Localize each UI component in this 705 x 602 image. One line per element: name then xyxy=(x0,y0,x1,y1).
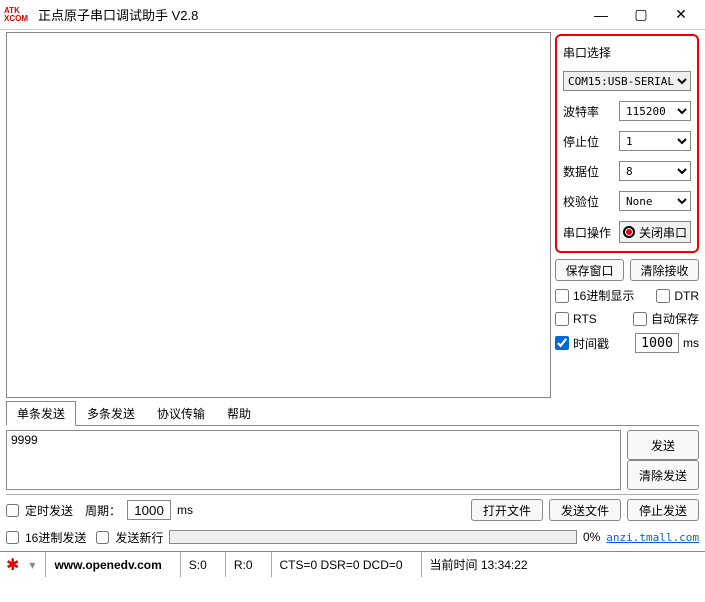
save-window-button[interactable]: 保存窗口 xyxy=(555,259,624,281)
status-sent: S:0 xyxy=(180,552,215,577)
status-recv: R:0 xyxy=(225,552,261,577)
period-input[interactable] xyxy=(127,500,171,520)
stop-select[interactable]: 1 xyxy=(619,131,691,151)
tab-protocol[interactable]: 协议传输 xyxy=(146,401,216,426)
maximize-button[interactable]: ▢ xyxy=(621,1,661,29)
timestamp-input[interactable] xyxy=(635,333,679,353)
send-newline-checkbox[interactable] xyxy=(96,531,109,544)
serial-section-label: 串口选择 xyxy=(563,44,691,61)
dtr-label: DTR xyxy=(674,289,699,303)
period-unit: ms xyxy=(177,503,193,517)
timestamp-checkbox[interactable] xyxy=(555,336,569,350)
send-tabs: 单条发送 多条发送 协议传输 帮助 xyxy=(6,400,699,426)
toggle-port-button[interactable]: 关闭串口 xyxy=(619,221,691,243)
timed-send-checkbox[interactable] xyxy=(6,504,19,517)
settings-gear-icon[interactable]: ✱ xyxy=(6,555,19,575)
send-newline-label: 发送新行 xyxy=(115,529,163,546)
hex-display-checkbox[interactable] xyxy=(555,289,569,303)
app-logo: ATK XCOM xyxy=(4,5,34,25)
hex-send-label: 16进制发送 xyxy=(25,529,86,546)
data-label: 数据位 xyxy=(563,163,615,180)
timed-send-label: 定时发送 xyxy=(25,502,73,519)
status-bar: ✱ ▾ www.openedv.com S:0 R:0 CTS=0 DSR=0 … xyxy=(0,551,705,577)
stop-send-button[interactable]: 停止发送 xyxy=(627,499,699,521)
status-url[interactable]: www.openedv.com xyxy=(45,552,169,577)
data-select[interactable]: 8 xyxy=(619,161,691,181)
autosave-label: 自动保存 xyxy=(651,310,699,327)
stop-label: 停止位 xyxy=(563,133,615,150)
clear-receive-button[interactable]: 清除接收 xyxy=(630,259,699,281)
timestamp-unit: ms xyxy=(683,336,699,350)
parity-label: 校验位 xyxy=(563,193,615,210)
send-button[interactable]: 发送 xyxy=(627,430,699,460)
autosave-checkbox[interactable] xyxy=(633,312,647,326)
promo-link[interactable]: anzi.tmall.com xyxy=(606,531,699,544)
title-bar: ATK XCOM 正点原子串口调试助手 V2.8 — ▢ ✕ xyxy=(0,0,705,30)
tab-multi[interactable]: 多条发送 xyxy=(76,401,146,426)
minimize-button[interactable]: — xyxy=(581,1,621,29)
period-label: 周期： xyxy=(85,502,121,519)
status-lines: CTS=0 DSR=0 DCD=0 xyxy=(271,552,411,577)
tab-help[interactable]: 帮助 xyxy=(216,401,262,426)
receive-textarea[interactable] xyxy=(6,32,551,398)
status-time: 当前时间 13:34:22 xyxy=(421,552,536,577)
dtr-checkbox[interactable] xyxy=(656,289,670,303)
op-label: 串口操作 xyxy=(563,224,615,241)
send-textarea[interactable] xyxy=(6,430,621,490)
window-title: 正点原子串口调试助手 V2.8 xyxy=(34,5,581,24)
rts-checkbox[interactable] xyxy=(555,312,569,326)
progress-bar xyxy=(169,530,577,544)
clear-send-button[interactable]: 清除发送 xyxy=(627,460,699,490)
timestamp-label: 时间戳 xyxy=(573,335,609,352)
hex-display-label: 16进制显示 xyxy=(573,287,634,304)
port-select[interactable]: COM15:USB-SERIAL CH34 xyxy=(563,71,691,91)
close-button[interactable]: ✕ xyxy=(661,1,701,29)
tab-single[interactable]: 单条发送 xyxy=(6,401,76,426)
baud-label: 波特率 xyxy=(563,103,615,120)
open-file-button[interactable]: 打开文件 xyxy=(471,499,543,521)
serial-config-panel: 串口选择 COM15:USB-SERIAL CH34 波特率115200 停止位… xyxy=(555,34,699,253)
rts-label: RTS xyxy=(573,312,597,326)
status-dot-icon xyxy=(623,226,635,238)
progress-pct: 0% xyxy=(583,530,600,544)
hex-send-checkbox[interactable] xyxy=(6,531,19,544)
parity-select[interactable]: None xyxy=(619,191,691,211)
send-file-button[interactable]: 发送文件 xyxy=(549,499,621,521)
baud-select[interactable]: 115200 xyxy=(619,101,691,121)
